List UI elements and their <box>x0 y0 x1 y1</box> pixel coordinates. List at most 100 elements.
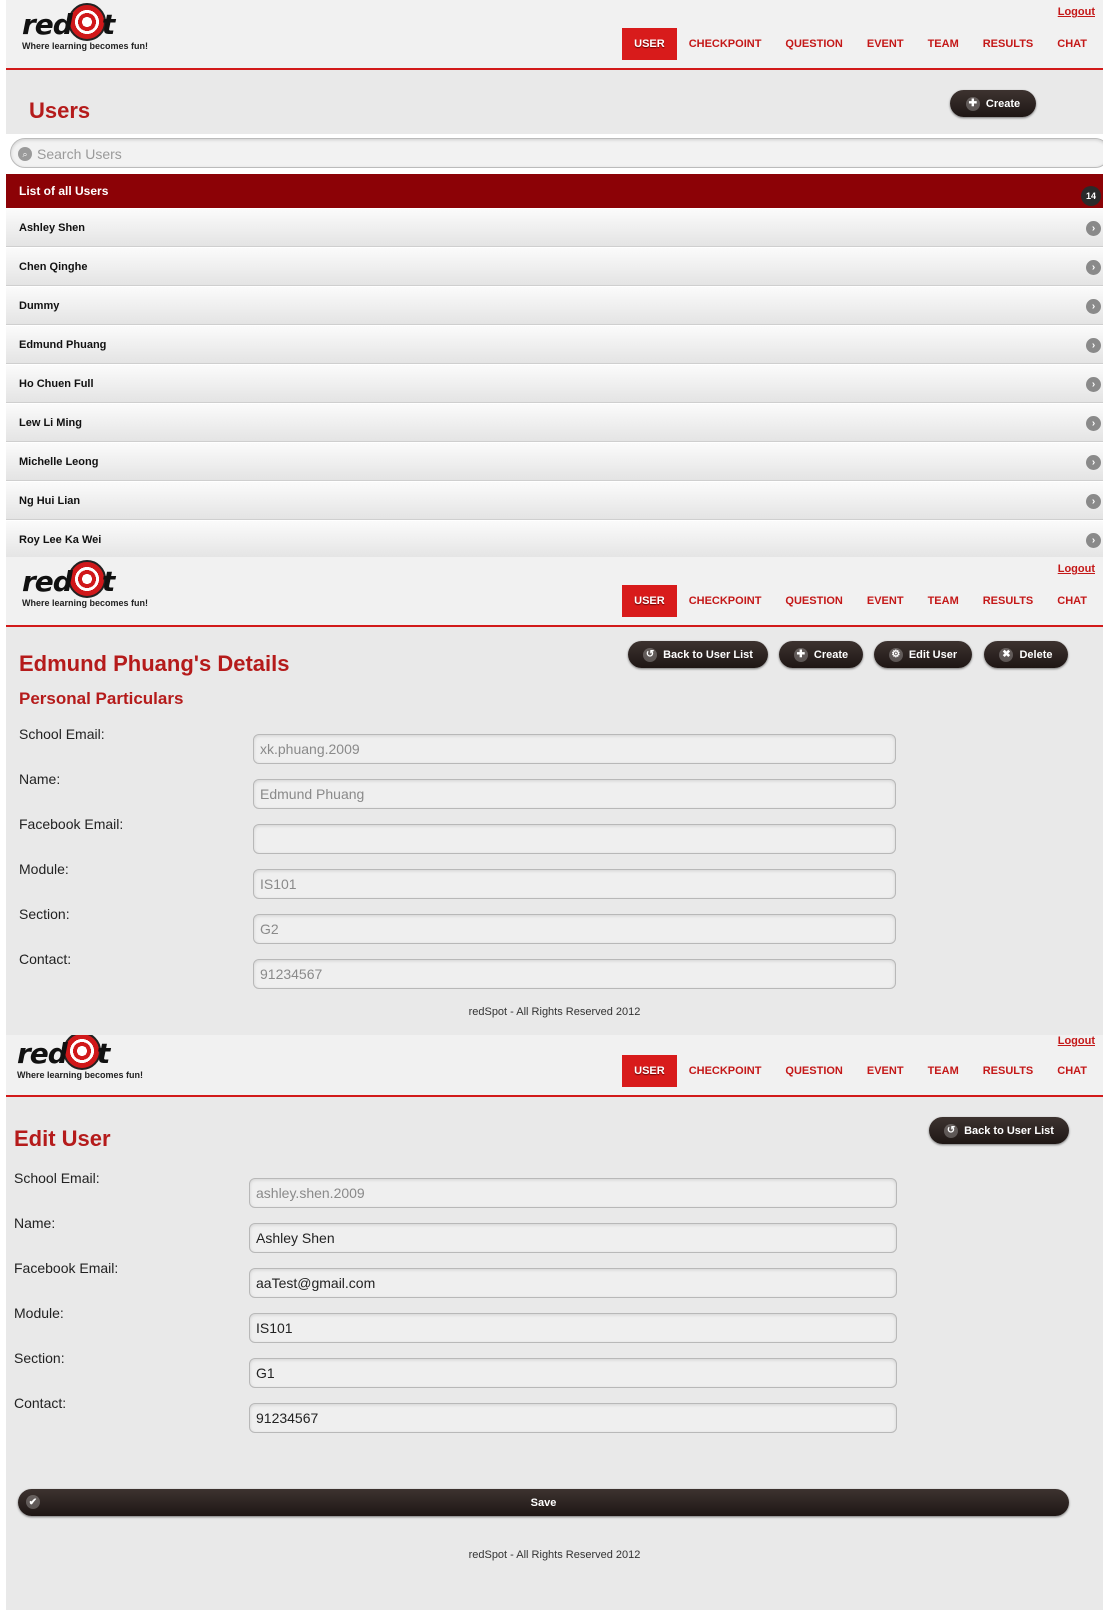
nav-user[interactable]: USER <box>622 28 677 60</box>
chevron-right-icon: › <box>1086 260 1101 275</box>
nav-checkpoint[interactable]: CHECKPOINT <box>677 1055 774 1087</box>
logout-link[interactable]: Logout <box>1058 1035 1095 1047</box>
nav-question[interactable]: QUESTION <box>773 585 854 617</box>
create-button[interactable]: ✚ Create <box>779 641 863 668</box>
edit-user-button[interactable]: ⚙ Edit User <box>874 641 972 668</box>
redspot-logo[interactable]: red t Where learning becomes fun! <box>17 1035 143 1080</box>
x-icon: ✖ <box>999 647 1014 662</box>
nav-event[interactable]: EVENT <box>855 1055 916 1087</box>
nav-checkpoint[interactable]: CHECKPOINT <box>677 585 774 617</box>
facebook-email-field[interactable] <box>253 824 896 854</box>
contact-field[interactable] <box>249 1403 897 1433</box>
name-field[interactable] <box>253 779 896 809</box>
back-arrow-icon: ↺ <box>944 1123 959 1138</box>
target-logo-icon <box>67 3 106 41</box>
contact-label: Contact: <box>19 951 72 967</box>
delete-button[interactable]: ✖ Delete <box>984 641 1068 668</box>
back-to-list-button[interactable]: ↺ Back to User List <box>628 641 768 668</box>
nav-team[interactable]: TEAM <box>916 28 971 60</box>
check-icon: ✔ <box>26 1495 40 1509</box>
logout-link[interactable]: Logout <box>1058 6 1095 18</box>
count-badge: 14 <box>1081 186 1101 206</box>
nav-results[interactable]: RESULTS <box>971 585 1046 617</box>
user-list-item[interactable]: Dummy › <box>6 286 1103 325</box>
user-list-item[interactable]: Lew Li Ming › <box>6 403 1103 442</box>
user-list-item[interactable]: Michelle Leong › <box>6 442 1103 481</box>
contact-label: Contact: <box>14 1395 67 1411</box>
page-title: Users <box>29 98 91 123</box>
app-header: red t Where learning becomes fun! Logout … <box>6 0 1103 70</box>
name-label: Name: <box>19 771 61 787</box>
facebook-email-label: Facebook Email: <box>19 816 124 832</box>
user-name: Dummy <box>19 300 60 312</box>
back-arrow-icon: ↺ <box>643 647 658 662</box>
module-field[interactable] <box>249 1313 897 1343</box>
footer: redSpot - All Rights Reserved 2012 <box>468 1006 641 1018</box>
nav-user[interactable]: USER <box>622 1055 677 1087</box>
logo-tagline: Where learning becomes fun! <box>22 41 149 51</box>
chevron-right-icon: › <box>1086 416 1101 431</box>
logo-tagline: Where learning becomes fun! <box>22 598 149 608</box>
section-subtitle: Personal Particulars <box>19 689 184 708</box>
facebook-email-field[interactable] <box>249 1268 897 1298</box>
user-details-screen: red t Where learning becomes fun! Logout … <box>6 557 1103 1035</box>
nav-team[interactable]: TEAM <box>916 1055 971 1087</box>
back-to-list-button[interactable]: ↺ Back to User List <box>929 1117 1069 1144</box>
nav-checkpoint[interactable]: CHECKPOINT <box>677 28 774 60</box>
main-nav: USER CHECKPOINT QUESTION EVENT TEAM RESU… <box>622 1055 1099 1087</box>
name-field[interactable] <box>249 1223 897 1253</box>
chevron-right-icon: › <box>1086 377 1101 392</box>
redspot-logo[interactable]: red t Where learning becomes fun! <box>22 560 149 608</box>
user-name: Edmund Phuang <box>19 339 107 351</box>
contact-field[interactable] <box>253 959 896 989</box>
nav-results[interactable]: RESULTS <box>971 28 1046 60</box>
save-label: Save <box>530 1496 557 1509</box>
search-input[interactable] <box>37 143 937 165</box>
nav-question[interactable]: QUESTION <box>773 28 854 60</box>
nav-event[interactable]: EVENT <box>855 28 916 60</box>
plus-icon: ✚ <box>965 96 980 111</box>
back-label: Back to User List <box>964 1124 1054 1137</box>
nav-question[interactable]: QUESTION <box>773 1055 854 1087</box>
school-email-field[interactable] <box>253 734 896 764</box>
nav-event[interactable]: EVENT <box>855 585 916 617</box>
user-name: Michelle Leong <box>19 456 99 468</box>
nav-user[interactable]: USER <box>622 585 677 617</box>
section-field[interactable] <box>253 914 896 944</box>
chevron-right-icon: › <box>1086 455 1101 470</box>
user-list-item[interactable]: Ng Hui Lian › <box>6 481 1103 520</box>
search-box[interactable]: ⌕ <box>10 138 1103 168</box>
chevron-right-icon: › <box>1086 338 1101 353</box>
search-icon: ⌕ <box>18 147 32 161</box>
user-name: Roy Lee Ka Wei <box>19 534 102 546</box>
user-list-item[interactable]: Roy Lee Ka Wei › <box>6 520 1103 557</box>
nav-results[interactable]: RESULTS <box>971 1055 1046 1087</box>
user-name: Ashley Shen <box>19 222 86 234</box>
user-list-item[interactable]: Ho Chuen Full › <box>6 364 1103 403</box>
section-field[interactable] <box>249 1358 897 1388</box>
edit-label: Edit User <box>908 648 958 661</box>
user-list-item[interactable]: Chen Qinghe › <box>6 247 1103 286</box>
create-button[interactable]: ✚ Create <box>950 90 1036 117</box>
school-email-field[interactable] <box>249 1178 897 1208</box>
nav-chat[interactable]: CHAT <box>1045 585 1099 617</box>
user-list-item[interactable]: Edmund Phuang › <box>6 325 1103 364</box>
redspot-logo[interactable]: red t Where learning becomes fun! <box>22 3 149 51</box>
user-name: Ng Hui Lian <box>19 495 81 507</box>
logout-link[interactable]: Logout <box>1058 563 1095 575</box>
save-button[interactable]: ✔ Save <box>18 1489 1069 1516</box>
user-name: Chen Qinghe <box>19 261 88 273</box>
user-list-item[interactable]: Ashley Shen › <box>6 208 1103 247</box>
module-field[interactable] <box>253 869 896 899</box>
nav-chat[interactable]: CHAT <box>1045 1055 1099 1087</box>
delete-label: Delete <box>1019 648 1053 661</box>
back-label: Back to User List <box>663 648 753 661</box>
page-title: Edmund Phuang's Details <box>19 651 290 676</box>
chevron-right-icon: › <box>1086 494 1101 509</box>
facebook-email-label: Facebook Email: <box>14 1260 119 1276</box>
school-email-label: School Email: <box>19 726 105 742</box>
nav-chat[interactable]: CHAT <box>1045 28 1099 60</box>
section-label: Section: <box>14 1350 65 1366</box>
target-logo-icon <box>67 560 106 598</box>
nav-team[interactable]: TEAM <box>916 585 971 617</box>
